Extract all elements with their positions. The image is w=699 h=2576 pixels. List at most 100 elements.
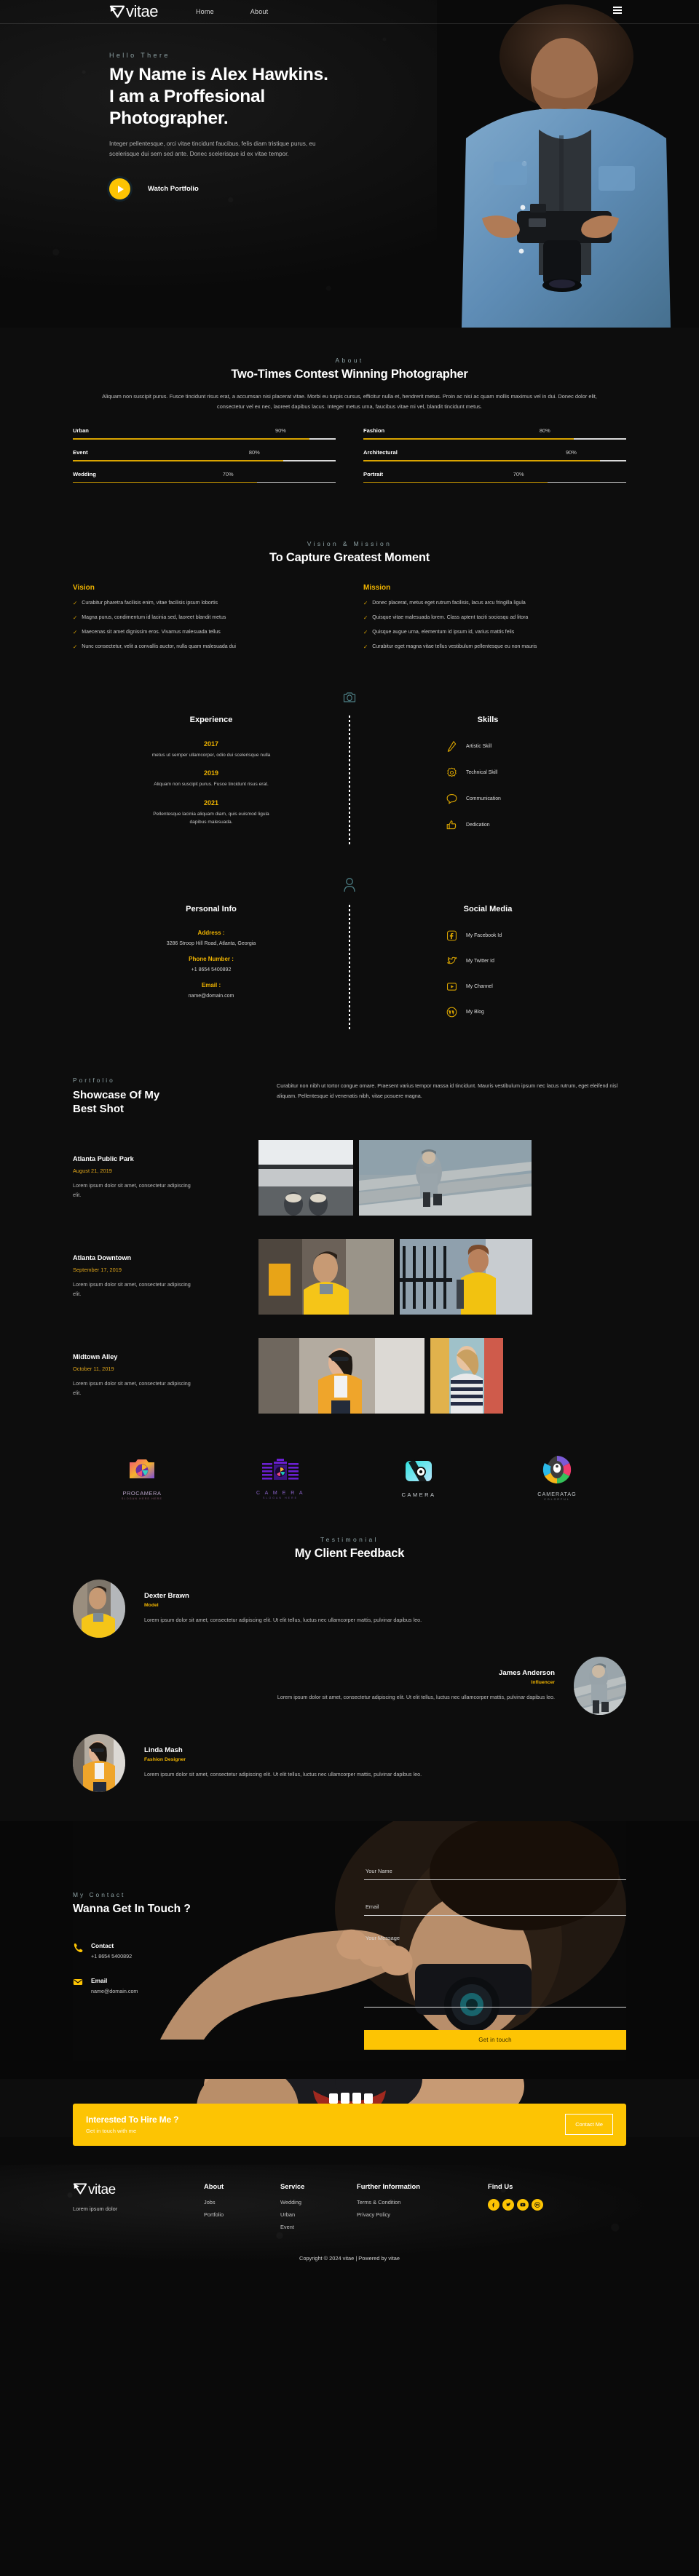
watch-portfolio-cta[interactable]: Watch Portfolio xyxy=(109,178,699,200)
list-item[interactable]: My Blog xyxy=(446,1006,626,1018)
vitae-logo-mark-icon xyxy=(109,4,125,19)
footer-column-find-us: Find Us xyxy=(488,2182,626,2236)
experience-skills-section: Experience 2017 metus ut semper ullamcor… xyxy=(0,686,699,867)
personal-info-heading: Personal Info xyxy=(186,904,237,914)
brand-name: vitae xyxy=(126,2,158,20)
thumbs-up-icon xyxy=(446,819,458,831)
pen-icon xyxy=(446,740,458,753)
contact-email-label: Email xyxy=(91,1976,108,1984)
contact-section: My Contact Wanna Get In Touch ? Contact … xyxy=(0,1820,699,2079)
footer-link-terms[interactable]: Terms & Condition xyxy=(357,2199,488,2206)
hire-cta-section: Interested To Hire Me ? Get in touch wit… xyxy=(0,2078,699,2165)
skills-column: Skills Artistic Skill Technical Skill Co… xyxy=(350,716,626,845)
skill-percent: 90% xyxy=(565,448,577,456)
portfolio-photo[interactable] xyxy=(430,1337,503,1414)
hero-title-line-3: Photographer. xyxy=(109,108,229,128)
portfolio-description: Curabitur non nibh ut tortor congue orna… xyxy=(277,1082,618,1099)
envelope-icon xyxy=(73,1977,83,1987)
email-input[interactable] xyxy=(364,1903,626,1916)
vision-item-text: Curabitur pharetra facilisis enim, vitae… xyxy=(82,601,218,606)
portfolio-item-date: September 17, 2019 xyxy=(73,1267,122,1274)
cta-title: Interested To Hire Me ? xyxy=(86,2115,179,2125)
youtube-icon[interactable] xyxy=(446,980,458,993)
contact-form[interactable]: Get in touch xyxy=(364,1863,626,2050)
footer-link-portfolio[interactable]: Portfolio xyxy=(204,2211,280,2218)
play-icon[interactable] xyxy=(109,178,130,200)
portfolio-photo[interactable] xyxy=(258,1139,353,1216)
portfolio-title-line-2: Best Shot xyxy=(73,1103,125,1116)
testimonial-item: James Anderson Influencer Lorem ipsum do… xyxy=(73,1656,626,1715)
portfolio-title: Showcase Of My Best Shot xyxy=(73,1088,237,1117)
chat-bubble-icon xyxy=(446,793,458,805)
message-textarea[interactable] xyxy=(364,1934,626,2008)
portfolio-photo[interactable] xyxy=(258,1337,424,1414)
hero-title: My Name is Alex Hawkins. I am a Proffesi… xyxy=(109,64,699,130)
list-item: Dedication xyxy=(446,819,626,831)
social-label: My Blog xyxy=(466,1009,484,1015)
portfolio-photo[interactable] xyxy=(258,1238,394,1315)
contact-left: My Contact Wanna Get In Touch ? Contact … xyxy=(73,1863,335,2050)
vertical-dotted-divider xyxy=(349,904,350,1031)
email-field-wrap xyxy=(364,1899,626,1916)
social-label: My Twitter Id xyxy=(466,958,494,964)
testimonial-text: Lorem ipsum dolor sit amet, consectetur … xyxy=(144,1770,422,1778)
mission-column: Mission ✓ Donec placerat, metus eget rutr… xyxy=(363,584,626,658)
hamburger-icon[interactable] xyxy=(613,7,622,16)
get-in-touch-button[interactable]: Get in touch xyxy=(364,2029,626,2050)
nav-link-about[interactable]: About xyxy=(250,8,269,15)
experience-item: 2017 metus ut semper ullamcorper, odio d… xyxy=(73,740,350,760)
nav-link-home[interactable]: Home xyxy=(196,8,214,15)
social-label: My Facebook Id xyxy=(466,932,502,938)
portfolio-item-text: Lorem ipsum dolor sit amet, consectetur … xyxy=(73,1380,191,1396)
footer-find-us-heading: Find Us xyxy=(488,2181,513,2190)
portfolio-item-text-block: MIdtown Alley October 11, 2019 Lorem ips… xyxy=(73,1353,237,1397)
brand-name: C A M E R A xyxy=(256,1490,304,1496)
cta-subtitle: Get in touch with me xyxy=(86,2128,137,2135)
brand-logo[interactable]: vitae xyxy=(109,2,158,21)
skill-percent: 90% xyxy=(275,427,286,435)
contact-eyebrow: My Contact xyxy=(73,1890,126,1898)
list-item[interactable]: My Facebook Id xyxy=(446,930,626,942)
facebook-icon[interactable] xyxy=(446,930,458,942)
footer-link-urban[interactable]: Urban xyxy=(280,2211,357,2218)
portfolio-item-text-block: Atlanta Downtown September 17, 2019 Lore… xyxy=(73,1254,237,1298)
list-item[interactable]: My Channel xyxy=(446,980,626,993)
list-item[interactable]: My Twitter Id xyxy=(446,955,626,967)
youtube-icon[interactable] xyxy=(517,2198,529,2211)
brand-logo-item: PROCAMERA SLOGAN HERE HERE xyxy=(122,1455,162,1500)
list-item: ✓ Nunc consectetur, velit a convallis auc… xyxy=(73,643,336,650)
skill-percent: 80% xyxy=(248,448,260,456)
skill-name: Wedding xyxy=(73,470,96,477)
testimonial-body: Linda Mash Fashion Designer Lorem ipsum … xyxy=(144,1746,422,1780)
portfolio-item[interactable]: Atlanta Public Park August 21, 2019 Lore… xyxy=(73,1139,626,1216)
skill-percent: 70% xyxy=(513,470,524,477)
list-item: ✓ Quisque augue urna, elementum id ipsum … xyxy=(363,629,626,635)
wordpress-icon[interactable] xyxy=(532,2198,543,2211)
portfolio-item-name: Atlanta Downtown xyxy=(73,1254,132,1262)
avatar xyxy=(73,1579,125,1638)
portfolio-item[interactable]: Atlanta Downtown September 17, 2019 Lore… xyxy=(73,1238,626,1315)
footer-link-wedding[interactable]: Wedding xyxy=(280,2199,357,2206)
name-input[interactable] xyxy=(364,1867,626,1880)
mission-item-text: Curabitur eget magna vitae tellus vestib… xyxy=(372,644,537,650)
skill-percent: 80% xyxy=(539,427,550,435)
footer-link-privacy[interactable]: Privacy Policy xyxy=(357,2211,488,2218)
portfolio-item[interactable]: MIdtown Alley October 11, 2019 Lorem ips… xyxy=(73,1337,626,1414)
name-field-wrap xyxy=(364,1863,626,1880)
top-navbar[interactable]: vitae Home About xyxy=(0,0,699,24)
brand-name: CAMERATAG xyxy=(537,1490,577,1497)
footer-link-event[interactable]: Event xyxy=(280,2224,357,2230)
facebook-icon[interactable] xyxy=(488,2198,499,2211)
portfolio-photo[interactable] xyxy=(400,1238,532,1315)
twitter-icon[interactable] xyxy=(446,955,458,967)
footer-link-jobs[interactable]: Jobs xyxy=(204,2199,280,2206)
portfolio-item-date: August 21, 2019 xyxy=(73,1168,112,1175)
about-eyebrow: About xyxy=(335,357,364,364)
nav-links[interactable]: Home About xyxy=(196,8,268,15)
portfolio-photo[interactable] xyxy=(359,1139,532,1216)
contact-me-button[interactable]: Contact Me xyxy=(565,2114,613,2136)
footer-logo[interactable]: vitae xyxy=(73,2182,204,2199)
wordpress-icon[interactable] xyxy=(446,1006,458,1018)
site-footer: vitae Lorem ipsum dolor About Jobs Portf… xyxy=(0,2164,699,2266)
twitter-icon[interactable] xyxy=(502,2198,514,2211)
